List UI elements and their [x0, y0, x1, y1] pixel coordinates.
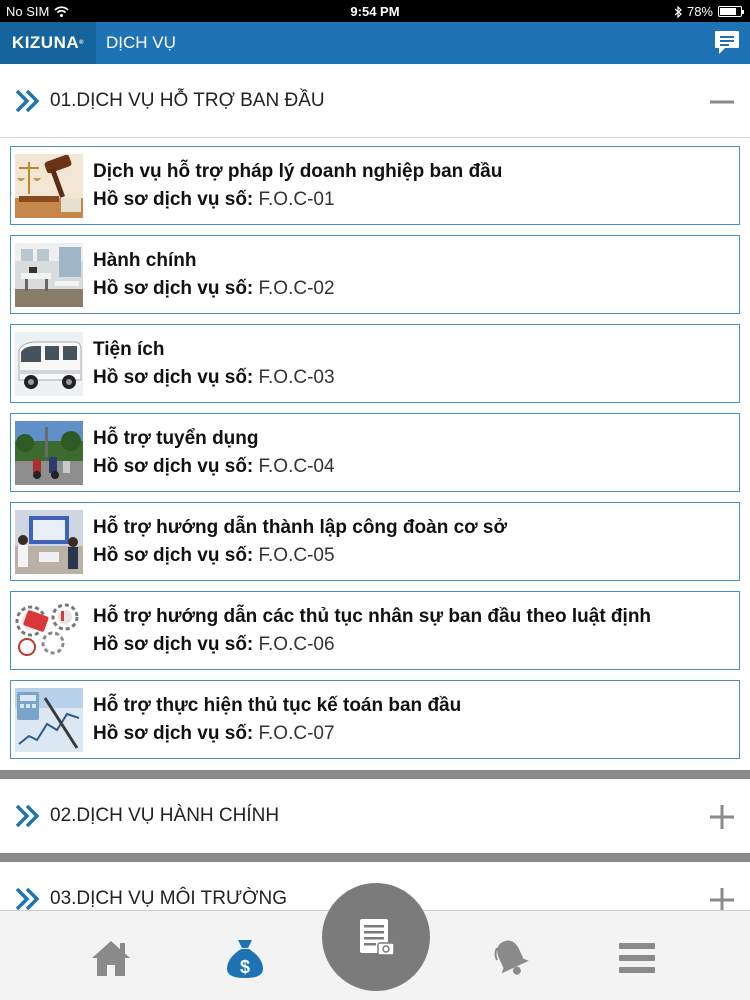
- service-document-icon: [360, 919, 395, 956]
- service-item-administration[interactable]: Hành chính Hồ sơ dịch vụ số: F.O.C-02: [10, 235, 740, 314]
- service-code-label: Hồ sơ dịch vụ số:: [93, 544, 254, 566]
- service-name: Hỗ trợ hướng dẫn các thủ tục nhân sự ban…: [93, 605, 652, 627]
- service-code-label: Hồ sơ dịch vụ số:: [93, 633, 254, 655]
- section-title: 02.DỊCH VỤ HÀNH CHÍNH: [50, 805, 280, 826]
- service-item-text: Dịch vụ hỗ trợ pháp lý doanh nghiệp ban …: [93, 158, 502, 214]
- service-code-line: Hồ sơ dịch vụ số: F.O.C-05: [93, 542, 507, 570]
- money-bag-icon: $: [227, 940, 263, 978]
- services-content: 01.DỊCH VỤ HỖ TRỢ BAN ĐẦU Dịch vụ hỗ trợ…: [0, 64, 750, 910]
- legal-thumbnail: [15, 153, 83, 218]
- status-time: 9:54 PM: [350, 4, 400, 19]
- service-code: F.O.C-07: [253, 722, 335, 744]
- service-code-label: Hồ sơ dịch vụ số:: [93, 455, 254, 477]
- service-item-text: Hỗ trợ tuyển dụng Hồ sơ dịch vụ số: F.O.…: [93, 425, 335, 481]
- chat-icon: [715, 31, 739, 54]
- service-code: F.O.C-05: [253, 544, 335, 566]
- service-code: F.O.C-01: [253, 188, 335, 210]
- service-code: F.O.C-04: [253, 455, 335, 477]
- service-item-text: Hỗ trợ hướng dẫn thành lập công đoàn cơ …: [93, 514, 507, 570]
- service-code-line: Hồ sơ dịch vụ số: F.O.C-06: [93, 631, 651, 659]
- battery-icon: [718, 6, 744, 17]
- service-code-label: Hồ sơ dịch vụ số:: [93, 722, 254, 744]
- service-item-text: Hỗ trợ hướng dẫn các thủ tục nhân sự ban…: [93, 603, 651, 659]
- service-item-legal[interactable]: Dịch vụ hỗ trợ pháp lý doanh nghiệp ban …: [10, 146, 740, 225]
- tab-service-records[interactable]: [322, 883, 430, 991]
- tab-menu[interactable]: [612, 933, 662, 983]
- van-thumbnail: [15, 331, 83, 396]
- status-bar: No SIM 9:54 PM 78%: [0, 0, 750, 22]
- service-code: F.O.C-03: [253, 366, 335, 388]
- kizuna-logo: KIZUNA ®: [0, 22, 96, 64]
- service-name: Dịch vụ hỗ trợ pháp lý doanh nghiệp ban …: [93, 160, 503, 182]
- service-name: Tiện ích: [93, 338, 165, 360]
- service-code-line: Hồ sơ dịch vụ số: F.O.C-04: [93, 453, 335, 481]
- service-list: Dịch vụ hỗ trợ pháp lý doanh nghiệp ban …: [0, 138, 750, 759]
- service-item-text: Hỗ trợ thực hiện thủ tục kế toán ban đầu…: [93, 692, 461, 748]
- hr-thumbnail: [15, 598, 83, 663]
- status-right: 78%: [674, 4, 744, 19]
- section-header-1[interactable]: 01.DỊCH VỤ HỖ TRỢ BAN ĐẦU: [0, 64, 750, 138]
- logo-text: KIZUNA: [11, 33, 80, 52]
- section-1: 01.DỊCH VỤ HỖ TRỢ BAN ĐẦU Dịch vụ hỗ trợ…: [0, 64, 750, 770]
- service-code: F.O.C-02: [253, 277, 335, 299]
- service-code-line: Hồ sơ dịch vụ số: F.O.C-07: [93, 720, 461, 748]
- service-name: Hỗ trợ thực hiện thủ tục kế toán ban đầu: [93, 694, 462, 716]
- service-item-utilities[interactable]: Tiện ích Hồ sơ dịch vụ số: F.O.C-03: [10, 324, 740, 403]
- service-name: Hành chính: [93, 249, 197, 271]
- section-separator: [0, 770, 750, 779]
- battery-fill: [720, 8, 736, 15]
- expand-plus-icon[interactable]: [709, 804, 735, 830]
- union-thumbnail: [15, 509, 83, 574]
- service-code-line: Hồ sơ dịch vụ số: F.O.C-01: [93, 186, 502, 214]
- collapse-minus-icon[interactable]: [709, 89, 735, 115]
- double-chevron-right-icon: [15, 887, 40, 910]
- service-item-accounting[interactable]: Hỗ trợ thực hiện thủ tục kế toán ban đầu…: [10, 680, 740, 759]
- office-thumbnail: [15, 242, 83, 307]
- double-chevron-right-icon: [15, 804, 40, 828]
- service-code-label: Hồ sơ dịch vụ số:: [93, 277, 254, 299]
- service-item-recruitment[interactable]: Hỗ trợ tuyển dụng Hồ sơ dịch vụ số: F.O.…: [10, 413, 740, 492]
- menu-icon: [619, 943, 655, 973]
- app-header: KIZUNA ® DỊCH VỤ: [0, 22, 750, 64]
- service-name: Hỗ trợ tuyển dụng: [93, 427, 259, 449]
- tab-services[interactable]: $: [220, 933, 270, 983]
- bell-icon: [494, 940, 529, 975]
- service-item-text: Hành chính Hồ sơ dịch vụ số: F.O.C-02: [93, 247, 335, 303]
- service-code: F.O.C-06: [253, 633, 335, 655]
- accounting-thumbnail: [15, 687, 83, 752]
- service-item-union[interactable]: Hỗ trợ hướng dẫn thành lập công đoàn cơ …: [10, 502, 740, 581]
- service-code-label: Hồ sơ dịch vụ số:: [93, 366, 254, 388]
- section-separator: [0, 853, 750, 862]
- section-header-2[interactable]: 02.DỊCH VỤ HÀNH CHÍNH: [0, 779, 750, 853]
- section-title: 01.DỊCH VỤ HỖ TRỢ BAN ĐẦU: [50, 89, 325, 111]
- bottom-tab-bar: $: [0, 883, 750, 1000]
- service-code-line: Hồ sơ dịch vụ số: F.O.C-02: [93, 275, 335, 303]
- service-item-text: Tiện ích Hồ sơ dịch vụ số: F.O.C-03: [93, 336, 335, 392]
- expand-plus-icon[interactable]: [709, 887, 735, 910]
- svg-text:$: $: [240, 957, 250, 977]
- service-item-hr[interactable]: Hỗ trợ hướng dẫn các thủ tục nhân sự ban…: [10, 591, 740, 670]
- tab-home[interactable]: [86, 933, 136, 983]
- recruitment-thumbnail: [15, 420, 83, 485]
- service-code-line: Hồ sơ dịch vụ số: F.O.C-03: [93, 364, 335, 392]
- battery-percent: 78%: [686, 4, 713, 19]
- section-title: 03.DỊCH VỤ MÔI TRƯỜNG: [50, 888, 287, 909]
- double-chevron-right-icon: [15, 89, 40, 112]
- service-name: Hỗ trợ hướng dẫn thành lập công đoàn cơ …: [93, 516, 508, 538]
- page-title: DỊCH VỤ: [106, 33, 176, 52]
- tab-notifications[interactable]: [486, 933, 536, 983]
- bluetooth-icon: [674, 5, 682, 18]
- home-icon: [92, 941, 130, 976]
- chat-button[interactable]: [712, 27, 742, 57]
- service-code-label: Hồ sơ dịch vụ số:: [93, 188, 254, 210]
